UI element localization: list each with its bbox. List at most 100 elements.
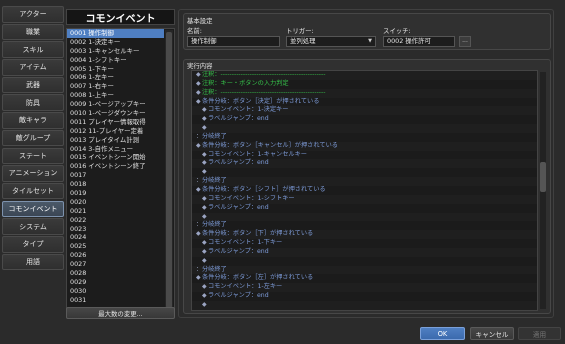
command-line[interactable]: ◆ 条件分岐：ボタン［キャンセル］が押されている xyxy=(192,141,537,151)
basic-settings-label: 基本設定 xyxy=(187,17,213,25)
common-event-item[interactable]: 0018 xyxy=(67,180,174,189)
common-event-item[interactable]: 0003 1-キャンセルキー xyxy=(67,47,174,56)
tab-item[interactable]: ステート xyxy=(2,147,64,165)
common-event-item[interactable]: 0019 xyxy=(67,189,174,198)
command-scrollbar[interactable] xyxy=(540,72,546,309)
command-line[interactable]: ：分岐終了 xyxy=(192,177,537,186)
command-marker: ◆ xyxy=(196,71,201,78)
common-event-item[interactable]: 0007 1-右キー xyxy=(67,82,174,91)
command-text: コモンイベント：1-左キー xyxy=(208,283,283,291)
command-line[interactable]: ◆ xyxy=(192,300,537,310)
trigger-select[interactable]: 並列処理 ▼ xyxy=(286,36,376,47)
tab-item[interactable]: スキル xyxy=(2,41,64,58)
common-event-item[interactable]: 0030 xyxy=(67,287,174,296)
common-event-item[interactable]: 0021 xyxy=(67,207,174,216)
command-line[interactable]: ◆ ラベルジャンプ：end xyxy=(192,159,537,169)
common-event-item[interactable]: 0013 プレイタイム計測 xyxy=(67,136,174,145)
command-marker: ◆ xyxy=(202,106,207,114)
tab-item[interactable]: 敵グループ xyxy=(2,129,64,147)
common-event-item[interactable]: 0017 xyxy=(67,171,174,180)
command-marker: ◆ xyxy=(202,239,207,247)
command-line[interactable]: ◆ xyxy=(192,124,537,133)
tab-item[interactable]: アニメーション xyxy=(2,165,64,182)
common-event-item[interactable]: 0011 プレイヤー情報取得 xyxy=(67,118,174,127)
command-list[interactable]: ◆ 注釈：------------------------------------… xyxy=(191,70,538,311)
command-marker: ◆ xyxy=(202,168,207,176)
command-line[interactable]: ：分岐終了 xyxy=(192,133,537,142)
tab-item[interactable]: 敵キャラ xyxy=(2,112,64,129)
command-line[interactable]: ◆ xyxy=(192,168,537,177)
tab-item[interactable]: コモンイベント xyxy=(2,200,64,218)
common-event-item[interactable]: 0002 1-決定キー xyxy=(67,38,174,47)
command-line[interactable]: ◆ コモンイベント：1-シフトキー xyxy=(192,194,537,204)
list-scroll-thumb[interactable] xyxy=(166,32,172,308)
command-marker: ◆ xyxy=(202,256,207,264)
switch-select-button[interactable]: ... xyxy=(459,36,471,47)
common-event-item[interactable]: 0031 xyxy=(67,296,174,305)
tab-item[interactable]: アクター xyxy=(2,6,64,23)
common-event-item[interactable]: 0004 1-シフトキー xyxy=(67,56,174,65)
common-event-item[interactable]: 0016 イベントシーン終了 xyxy=(67,162,174,171)
command-text: 分岐終了 xyxy=(202,177,227,185)
trigger-value: 並列処理 xyxy=(290,37,316,45)
command-marker: ◆ xyxy=(196,88,201,96)
command-line[interactable]: ◆ コモンイベント：1-決定キー xyxy=(192,106,537,116)
command-line[interactable]: ◆ 注釈：キー・ボタンの入力判定 xyxy=(192,80,537,89)
tab-item[interactable]: 防具 xyxy=(2,94,64,112)
apply-button[interactable]: 適用 xyxy=(518,327,561,340)
common-event-item[interactable]: 0025 xyxy=(67,242,174,251)
name-field[interactable]: 操作制御 xyxy=(187,36,280,47)
common-event-item[interactable]: 0029 xyxy=(67,278,174,287)
tab-item[interactable]: タイルセット xyxy=(2,182,64,200)
command-line[interactable]: ◆ xyxy=(192,257,537,266)
common-event-item[interactable]: 0028 xyxy=(67,269,174,278)
command-line[interactable]: ◆ コモンイベント：1-左キー xyxy=(192,283,537,293)
tab-item[interactable]: 武器 xyxy=(2,76,64,94)
command-line[interactable]: ◆ 注釈：------------------------------------… xyxy=(192,71,537,80)
command-line[interactable]: ◆ コモンイベント：1-下キー xyxy=(192,239,537,248)
tab-item[interactable]: 用語 xyxy=(2,253,64,271)
command-line[interactable]: ◆ コモンイベント：1-キャンセルキー xyxy=(192,151,537,160)
common-event-item[interactable]: 0008 1-上キー xyxy=(67,91,174,100)
command-scroll-thumb[interactable] xyxy=(540,162,546,192)
switch-label: スイッチ: xyxy=(383,27,411,35)
common-event-item[interactable]: 0024 xyxy=(67,233,174,242)
command-text: コモンイベント：1-キャンセルキー xyxy=(208,150,307,158)
common-event-item[interactable]: 0009 1-ページアップキー xyxy=(67,100,174,109)
command-line[interactable]: ◆ 条件分岐：ボタン［シフト］が押されている xyxy=(192,186,537,195)
switch-field[interactable]: 0002 操作許可 xyxy=(383,36,455,47)
command-marker: ◆ xyxy=(196,274,201,282)
command-line[interactable]: ◆ 注釈：------------------------------------… xyxy=(192,88,537,98)
command-text: 条件分岐：ボタン［キャンセル］が押されている xyxy=(202,141,338,149)
command-line[interactable]: ◆ 条件分岐：ボタン［下］が押されている xyxy=(192,230,537,240)
common-event-item[interactable]: 0022 xyxy=(67,216,174,225)
command-line[interactable]: ◆ 条件分岐：ボタン［左］が押されている xyxy=(192,274,537,283)
command-line[interactable]: ◆ ラベルジャンプ：end xyxy=(192,115,537,124)
list-scrollbar[interactable] xyxy=(165,30,173,310)
command-marker: ◆ xyxy=(202,247,207,255)
tab-item[interactable]: 職業 xyxy=(2,23,64,41)
command-marker: ◆ xyxy=(196,79,201,87)
command-line[interactable]: ◆ xyxy=(192,212,537,222)
command-text: ラベルジャンプ：end xyxy=(208,115,269,123)
command-line[interactable]: ◆ ラベルジャンプ：end xyxy=(192,247,537,257)
tab-item[interactable]: アイテム xyxy=(2,59,64,76)
change-maximum-button[interactable]: 最大数の変更... xyxy=(66,307,175,319)
tab-item[interactable]: タイプ xyxy=(2,235,64,253)
common-event-item[interactable]: 0023 xyxy=(67,225,174,234)
common-event-item[interactable]: 0027 xyxy=(67,260,174,269)
common-event-item[interactable]: 0020 xyxy=(67,198,174,207)
ok-button[interactable]: OK xyxy=(420,327,465,340)
common-event-list[interactable]: 0001 操作制御 0002 1-決定キー 0003 1-キャンセルキー 0004 1… xyxy=(66,28,175,312)
common-event-item[interactable]: 0026 xyxy=(67,251,174,260)
cancel-button[interactable]: キャンセル xyxy=(470,327,514,340)
common-event-item[interactable]: 0006 1-左キー xyxy=(67,73,174,82)
command-line[interactable]: ：分岐終了 xyxy=(192,221,537,230)
common-event-item[interactable]: 0012 11-プレイヤー定着 xyxy=(67,127,174,136)
command-line[interactable]: ◆ ラベルジャンプ：end xyxy=(192,204,537,213)
command-line[interactable]: ◆ ラベルジャンプ：end xyxy=(192,292,537,301)
common-event-item[interactable]: 0010 1-ページダウンキー xyxy=(67,109,174,118)
command-marker: ◆ xyxy=(202,124,207,132)
common-event-item[interactable]: 0001 操作制御 xyxy=(67,29,164,38)
tab-item[interactable]: システム xyxy=(2,218,64,235)
